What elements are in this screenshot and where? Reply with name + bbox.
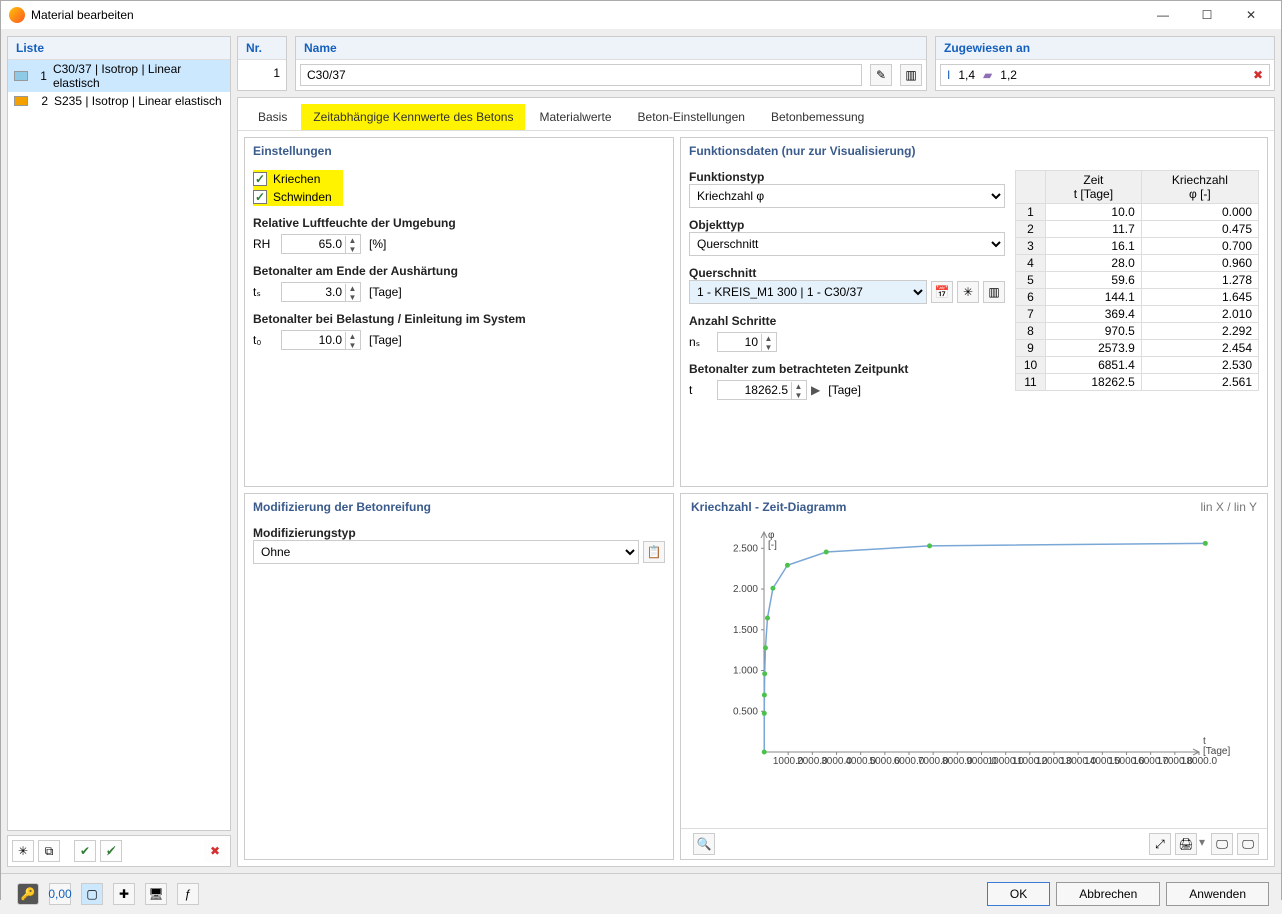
table-row[interactable]: 428.00.960 — [1016, 255, 1259, 272]
modification-panel: Modifizierung der Betonreifung Modifizie… — [244, 493, 674, 860]
apply-button[interactable]: Anwenden — [1166, 882, 1269, 906]
objekttyp-label: Objekttyp — [689, 218, 1005, 232]
mod-settings-icon[interactable]: 📋 — [643, 541, 665, 563]
checkbox-schwinden[interactable]: ✓Schwinden — [253, 188, 343, 206]
section-lib-icon[interactable]: ▥ — [983, 281, 1005, 303]
date-icon[interactable]: 📅 — [931, 281, 953, 303]
settings-header: Einstellungen — [245, 138, 673, 162]
svg-text:18000.0: 18000.0 — [1181, 756, 1218, 767]
svg-text:0.500: 0.500 — [733, 706, 758, 717]
edit-icon[interactable]: ✎ — [870, 64, 892, 86]
new-section-icon[interactable]: ✳ — [957, 281, 979, 303]
tab-basis[interactable]: Basis — [246, 104, 299, 130]
rh-label: Relative Luftfeuchte der Umgebung — [253, 216, 665, 230]
minimize-button[interactable]: — — [1141, 1, 1185, 29]
table-row[interactable]: 106851.42.530 — [1016, 357, 1259, 374]
t0-label: Betonalter bei Belastung / Einleitung im… — [253, 312, 665, 326]
check-icon[interactable]: ✔ — [74, 840, 96, 862]
checkbox-kriechen[interactable]: ✓Kriechen — [253, 170, 343, 188]
uncheck-icon[interactable]: ✔̸ — [100, 840, 122, 862]
table-row[interactable]: 559.61.278 — [1016, 272, 1259, 289]
tab-materialwerte[interactable]: Materialwerte — [527, 104, 623, 130]
data-table: Zeitt [Tage]Kriechzahlφ [-] 110.00.00021… — [1015, 170, 1259, 391]
objekttyp-select[interactable]: Querschnitt — [689, 232, 1005, 256]
svg-text:1.500: 1.500 — [733, 625, 758, 636]
settings-panel: Einstellungen ✓Kriechen ✓Schwinden Relat… — [244, 137, 674, 487]
delete-icon[interactable]: ✖ — [204, 840, 226, 862]
mod-header: Modifizierung der Betonreifung — [245, 494, 673, 518]
chart-svg: 0.5001.0001.5002.0002.5001000.02000.0300… — [689, 522, 1259, 782]
view4-icon[interactable]: ƒ — [177, 883, 199, 905]
assigned-field[interactable]: I1,4 ▰1,2 ✖ — [940, 64, 1270, 86]
titlebar: Material bearbeiten — ☐ ✕ — [1, 1, 1281, 30]
svg-text:[-]: [-] — [768, 540, 777, 551]
tab-betonbemessung[interactable]: Betonbemessung — [759, 104, 876, 130]
list-toolbar: ✳ ⧉ ✔ ✔̸ ✖ — [7, 835, 231, 867]
svg-text:[Tage]: [Tage] — [1203, 746, 1230, 757]
library-icon[interactable]: ▥ — [900, 64, 922, 86]
name-input[interactable] — [300, 64, 862, 86]
export1-icon[interactable]: 🖵 — [1211, 833, 1233, 855]
assigned-label: Zugewiesen an — [936, 37, 1274, 60]
nr-value: 1 — [238, 60, 286, 86]
mod-typ-label: Modifizierungstyp — [253, 526, 665, 540]
list-header: Liste — [8, 37, 230, 60]
t-input[interactable]: 18262.5▲▼ — [717, 380, 807, 400]
help-icon[interactable]: 🔑 — [17, 883, 39, 905]
svg-text:2.000: 2.000 — [733, 584, 758, 595]
table-row[interactable]: 1118262.52.561 — [1016, 374, 1259, 391]
t0-input[interactable]: 10.0▲▼ — [281, 330, 361, 350]
querschnitt-select[interactable]: 1 - KREIS_M1 300 | 1 - C30/37 — [689, 280, 927, 304]
function-data-panel: Funktionsdaten (nur zur Visualisierung) … — [680, 137, 1268, 487]
mod-type-select[interactable]: Ohne — [253, 540, 639, 564]
clear-assign-icon[interactable]: ✖ — [1253, 68, 1263, 82]
chart-panel: Kriechzahl - Zeit-Diagrammlin X / lin Y … — [680, 493, 1268, 860]
view1-icon[interactable]: ▢ — [81, 883, 103, 905]
tab-time-dependent[interactable]: Zeitabhängige Kennwerte des Betons — [301, 104, 525, 130]
querschnitt-label: Querschnitt — [689, 266, 1005, 280]
ok-button[interactable]: OK — [987, 882, 1050, 906]
funktionstyp-label: Funktionstyp — [689, 170, 1005, 184]
new-icon[interactable]: ✳ — [12, 840, 34, 862]
window-title: Material bearbeiten — [31, 8, 1141, 22]
ns-label: Anzahl Schritte — [689, 314, 1005, 328]
close-button[interactable]: ✕ — [1229, 1, 1273, 29]
table-row[interactable]: 92573.92.454 — [1016, 340, 1259, 357]
funktionstyp-select[interactable]: Kriechzahl φ — [689, 184, 1005, 208]
zoom-icon[interactable]: 🔍 — [693, 833, 715, 855]
ns-input[interactable]: 10▲▼ — [717, 332, 777, 352]
list-item[interactable]: 1C30/37 | Isotrop | Linear elastisch — [8, 60, 230, 92]
function-data-header: Funktionsdaten (nur zur Visualisierung) — [681, 138, 1267, 162]
app-icon — [9, 7, 25, 23]
table-row[interactable]: 7369.42.010 — [1016, 306, 1259, 323]
copy-icon[interactable]: ⧉ — [38, 840, 60, 862]
nr-label: Nr. — [238, 37, 286, 60]
print-icon[interactable]: 🖨 — [1175, 833, 1197, 855]
table-row[interactable]: 316.10.700 — [1016, 238, 1259, 255]
view3-icon[interactable]: 🖥 — [145, 883, 167, 905]
svg-text:1.000: 1.000 — [733, 666, 758, 677]
name-label: Name — [296, 37, 926, 60]
table-row[interactable]: 6144.11.645 — [1016, 289, 1259, 306]
cancel-button[interactable]: Abbrechen — [1056, 882, 1160, 906]
table-row[interactable]: 211.70.475 — [1016, 221, 1259, 238]
tab-beton-einstellungen[interactable]: Beton-Einstellungen — [626, 104, 757, 130]
table-row[interactable]: 110.00.000 — [1016, 204, 1259, 221]
table-row[interactable]: 8970.52.292 — [1016, 323, 1259, 340]
maximize-button[interactable]: ☐ — [1185, 1, 1229, 29]
rh-input[interactable]: 65.0▲▼ — [281, 234, 361, 254]
export2-icon[interactable]: 🖵 — [1237, 833, 1259, 855]
t-label: Betonalter zum betrachteten Zeitpunkt — [689, 362, 1005, 376]
axes-mode: lin X / lin Y — [1201, 500, 1257, 514]
ts-input[interactable]: 3.0▲▼ — [281, 282, 361, 302]
svg-text:2.500: 2.500 — [733, 543, 758, 554]
view2-icon[interactable]: ✚ — [113, 883, 135, 905]
list-item[interactable]: 2S235 | Isotrop | Linear elastisch — [8, 92, 230, 110]
units-icon[interactable]: 0,00 — [49, 883, 71, 905]
axis-toggle-icon[interactable]: ⤢ — [1149, 833, 1171, 855]
ts-label: Betonalter am Ende der Aushärtung — [253, 264, 665, 278]
chart-title: Kriechzahl - Zeit-Diagramm — [691, 500, 846, 514]
list-panel: Liste 1C30/37 | Isotrop | Linear elastis… — [7, 36, 231, 831]
